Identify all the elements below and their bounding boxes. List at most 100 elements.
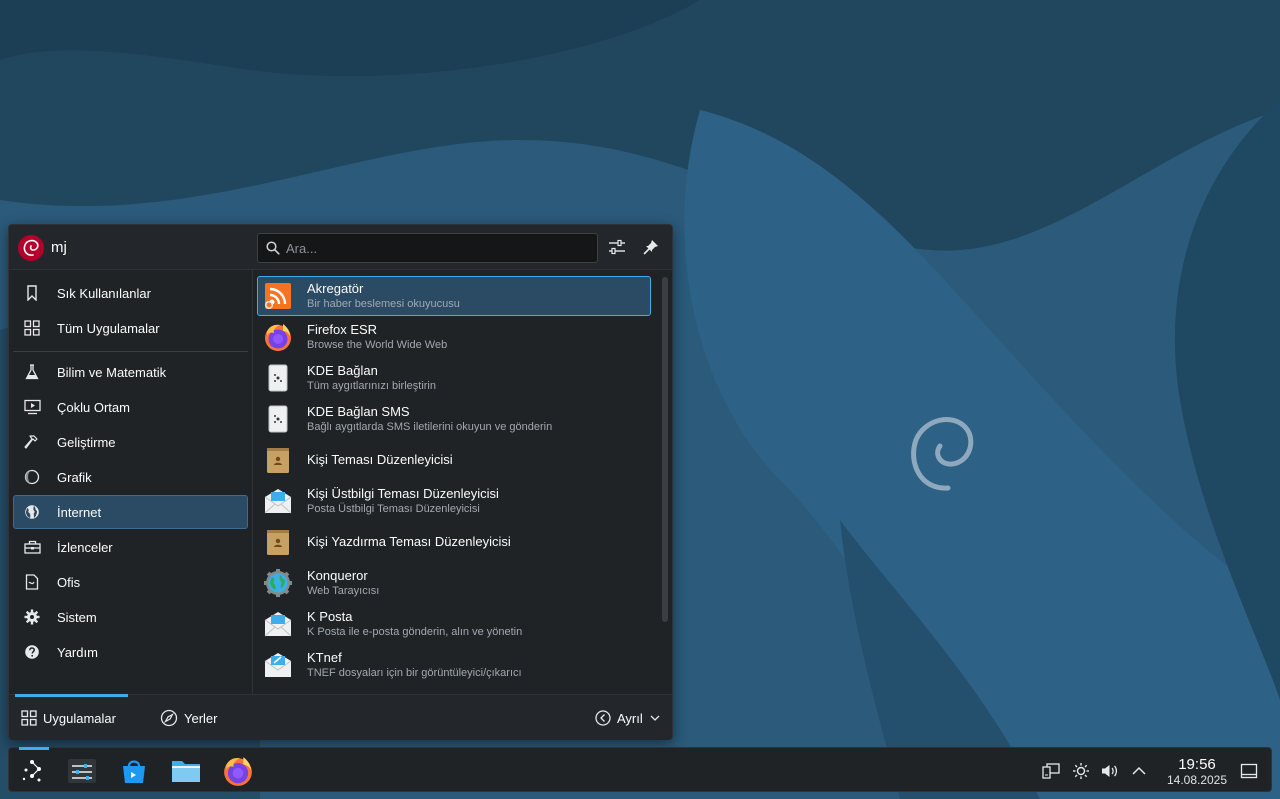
document-icon bbox=[22, 572, 42, 592]
sidebar-item-system[interactable]: Sistem bbox=[13, 600, 248, 634]
firefox-icon bbox=[224, 757, 252, 786]
taskbar: 19:56 14.08.2025 bbox=[8, 747, 1272, 792]
rss-icon bbox=[261, 279, 295, 313]
show-desktop-icon bbox=[1240, 763, 1258, 779]
sidebar-item-label: Ofis bbox=[57, 574, 81, 590]
clock-time[interactable]: 19:56 bbox=[1159, 756, 1235, 773]
sidebar-item-help[interactable]: Yardım bbox=[13, 635, 248, 669]
kdeconnect-sms-icon bbox=[261, 402, 295, 436]
tab-applications[interactable]: Uygulamalar bbox=[21, 707, 116, 729]
sidebar-item-internet[interactable]: İnternet bbox=[13, 495, 248, 529]
leave-icon bbox=[595, 710, 611, 726]
list-item-print-theme-editor[interactable]: Kişi Yazdırma Teması Düzenleyicisi bbox=[257, 522, 651, 562]
settings-icon bbox=[68, 759, 96, 783]
list-item-firefox[interactable]: Firefox ESR Browse the World Wide Web bbox=[257, 317, 651, 357]
app-list-scrollbar[interactable] bbox=[662, 277, 668, 622]
list-item-ktnef[interactable]: KTnef TNEF dosyaları için bir görüntüleyi… bbox=[257, 645, 651, 685]
sidebar-item-all-apps[interactable]: Tüm Uygulamalar bbox=[13, 311, 248, 345]
grid-icon bbox=[21, 710, 37, 726]
ktnef-icon bbox=[261, 648, 295, 682]
sidebar-item-label: Tüm Uygulamalar bbox=[57, 320, 160, 336]
sidebar-item-label: Çoklu Ortam bbox=[57, 399, 130, 415]
app-name: KTnef bbox=[307, 649, 342, 665]
chevron-up-icon bbox=[1132, 766, 1146, 775]
app-description: Browse the World Wide Web bbox=[307, 338, 448, 351]
show-desktop-button[interactable] bbox=[1238, 760, 1260, 782]
app-name: KDE Bağlan bbox=[307, 362, 378, 378]
configure-button[interactable] bbox=[606, 236, 628, 258]
launcher-button[interactable] bbox=[16, 753, 52, 789]
sidebar-item-label: İzlenceler bbox=[57, 539, 113, 555]
kmail-icon bbox=[261, 607, 295, 641]
sidebar-item-science[interactable]: Bilim ve Matematik bbox=[13, 355, 248, 389]
network-icon bbox=[1042, 763, 1060, 779]
compass-icon bbox=[160, 709, 178, 727]
tray-expander-button[interactable] bbox=[1128, 760, 1150, 782]
volume-tray-button[interactable] bbox=[1099, 760, 1121, 782]
user-name[interactable]: mj bbox=[51, 239, 67, 256]
discover-button[interactable] bbox=[116, 753, 152, 789]
list-item-kmail[interactable]: K Posta K Posta ile e-posta gönderin, alı… bbox=[257, 604, 651, 644]
system-settings-button[interactable] bbox=[64, 753, 100, 789]
kdeconnect-icon bbox=[261, 361, 295, 395]
launcher-footer: Uygulamalar Yerler Ayrıl bbox=[9, 694, 672, 740]
category-sidebar: Sık Kullanılanlar Tüm Uygulamalar Bilim … bbox=[9, 270, 253, 694]
app-description: TNEF dosyaları için bir görüntüleyici/çı… bbox=[307, 666, 522, 679]
firefox-taskbar-button[interactable] bbox=[220, 753, 256, 789]
application-launcher: mj Ara... Sık Kullanılanlar Tüm Uygulama… bbox=[8, 224, 673, 740]
launcher-header: mj bbox=[9, 225, 672, 270]
sidebar-item-label: Geliştirme bbox=[57, 434, 116, 450]
search-input[interactable] bbox=[286, 238, 586, 258]
sidebar-item-favorites[interactable]: Sık Kullanılanlar bbox=[13, 276, 248, 310]
flask-icon bbox=[22, 362, 42, 382]
sidebar-item-utilities[interactable]: İzlenceler bbox=[13, 530, 248, 564]
sidebar-item-office[interactable]: Ofis bbox=[13, 565, 248, 599]
sidebar-item-label: Yardım bbox=[57, 644, 98, 660]
leave-button[interactable]: Ayrıl bbox=[595, 707, 661, 729]
list-item-konqueror[interactable]: Konqueror Web Tarayıcısı bbox=[257, 563, 651, 603]
volume-icon bbox=[1102, 765, 1118, 777]
mail-header-icon bbox=[261, 484, 295, 518]
chevron-down-icon bbox=[650, 715, 660, 721]
sidebar-item-label: Sistem bbox=[57, 609, 97, 625]
app-name: K Posta bbox=[307, 608, 353, 624]
dolphin-icon bbox=[172, 761, 200, 782]
app-name: Kişi Üstbilgi Teması Düzenleyicisi bbox=[307, 485, 499, 501]
search-icon bbox=[266, 241, 280, 255]
app-name: Kişi Yazdırma Teması Düzenleyicisi bbox=[307, 534, 511, 549]
tab-label: Yerler bbox=[184, 710, 218, 726]
launcher-active-indicator bbox=[19, 747, 49, 750]
search-field[interactable] bbox=[257, 233, 598, 263]
tab-places[interactable]: Yerler bbox=[160, 707, 217, 729]
app-description: Tüm aygıtlarınızı birleştirin bbox=[307, 379, 436, 392]
graphics-icon bbox=[22, 467, 42, 487]
avatar[interactable] bbox=[18, 235, 44, 261]
list-item-kdeconnect-sms[interactable]: KDE Bağlan SMS Bağlı aygıtlarda SMS ileti… bbox=[257, 399, 651, 439]
list-item-kdeconnect[interactable]: KDE Bağlan Tüm aygıtlarınızı birleştirin bbox=[257, 358, 651, 398]
app-name: Kişi Teması Düzenleyicisi bbox=[307, 452, 453, 467]
brightness-tray-button[interactable] bbox=[1070, 760, 1092, 782]
globe-icon bbox=[22, 502, 42, 522]
app-description: Bir haber beslemesi okuyucusu bbox=[307, 297, 460, 310]
sidebar-item-development[interactable]: Geliştirme bbox=[13, 425, 248, 459]
dolphin-file-manager-button[interactable] bbox=[168, 753, 204, 789]
list-item-akregator[interactable]: Akregatör Bir haber beslemesi okuyucusu bbox=[257, 276, 651, 316]
brightness-icon bbox=[1073, 763, 1089, 779]
sidebar-item-multimedia[interactable]: Çoklu Ortam bbox=[13, 390, 248, 424]
sidebar-item-graphics[interactable]: Grafik bbox=[13, 460, 248, 494]
app-description: K Posta ile e-posta gönderin, alın ve yö… bbox=[307, 625, 523, 638]
debian-logo-icon bbox=[23, 239, 39, 256]
clock-date[interactable]: 14.08.2025 bbox=[1159, 773, 1235, 787]
application-list: Akregatör Bir haber beslemesi okuyucusu F… bbox=[254, 270, 672, 694]
contact-theme-icon bbox=[261, 443, 295, 477]
list-item-header-theme-editor[interactable]: Kişi Üstbilgi Teması Düzenleyicisi Posta … bbox=[257, 481, 651, 521]
app-description: Posta Üstbilgi Teması Düzenleyicisi bbox=[307, 502, 480, 515]
network-tray-button[interactable] bbox=[1040, 760, 1062, 782]
app-name: KDE Bağlan SMS bbox=[307, 403, 410, 419]
sidebar-item-label: Grafik bbox=[57, 469, 92, 485]
app-description: Web Tarayıcısı bbox=[307, 584, 380, 597]
toolbox-icon bbox=[22, 537, 42, 557]
app-name: Konqueror bbox=[307, 567, 368, 583]
pin-button[interactable] bbox=[640, 236, 662, 258]
list-item-contact-theme-editor[interactable]: Kişi Teması Düzenleyicisi bbox=[257, 440, 651, 480]
